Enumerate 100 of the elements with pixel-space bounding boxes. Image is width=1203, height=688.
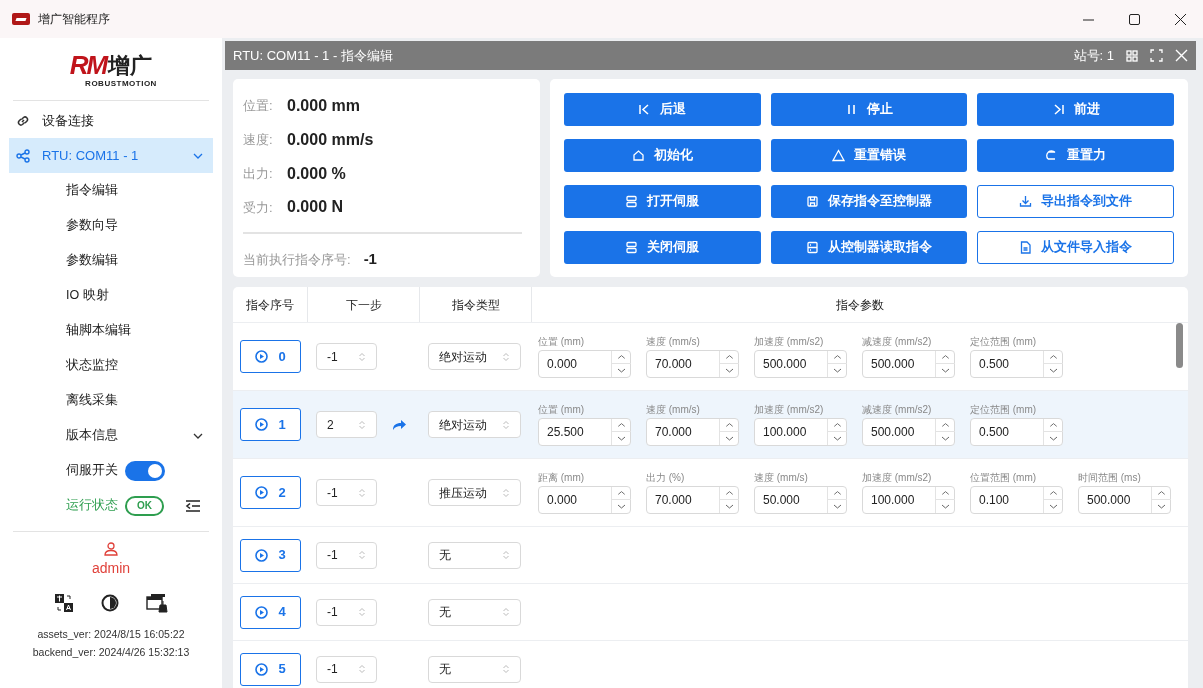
play-icon — [255, 662, 269, 676]
action-button[interactable]: 重置错误 — [770, 139, 968, 172]
readout-label: 当前执行指令序号: — [243, 250, 351, 269]
number-field[interactable]: 500.000 — [862, 349, 955, 378]
updown-icon — [358, 419, 366, 430]
nav-subitem[interactable]: IO 映射 — [9, 278, 213, 313]
param-label: 位置范围 (mm) — [970, 471, 1038, 484]
type-select[interactable]: 无 — [428, 541, 521, 569]
param-label: 加速度 (mm/s2) — [862, 471, 933, 484]
action-button[interactable]: 重置力 — [977, 139, 1174, 172]
next-step-field[interactable]: 2 — [316, 411, 377, 438]
server-icon — [625, 241, 639, 254]
type-select[interactable]: 无 — [428, 598, 521, 626]
action-button[interactable]: 保存指令至控制器 — [770, 185, 968, 218]
grid-icon[interactable] — [1126, 49, 1138, 62]
param-label: 时间范围 (ms) — [1078, 471, 1142, 484]
run-step-button[interactable]: 3 — [240, 538, 301, 572]
number-field[interactable]: 500.000 — [862, 417, 955, 446]
scrollbar[interactable] — [1176, 323, 1183, 368]
readout-value: 0.000 % — [287, 163, 346, 184]
type-select[interactable]: 无 — [428, 655, 521, 683]
action-button[interactable]: 从文件导入指令 — [977, 231, 1174, 264]
logo-mark: RM — [69, 52, 107, 78]
language-icon[interactable] — [54, 593, 74, 613]
switch-label: 伺服开关 — [66, 462, 118, 480]
updown-icon — [502, 664, 510, 674]
contrast-icon[interactable] — [101, 594, 119, 612]
param-label: 加速度 (mm/s2) — [754, 403, 825, 416]
status-badge: OK — [125, 495, 164, 516]
action-button[interactable]: 前进 — [977, 93, 1174, 126]
param-label: 定位范围 (mm) — [970, 403, 1038, 416]
number-field[interactable]: 70.000 — [646, 417, 739, 446]
run-step-button[interactable]: 4 — [240, 595, 301, 629]
updown-icon — [502, 607, 510, 617]
home-icon — [631, 149, 645, 162]
type-select[interactable]: 推压运动 — [428, 479, 521, 506]
nav-subitem[interactable]: 离线采集 — [9, 383, 213, 418]
run-step-button[interactable]: 5 — [240, 652, 301, 686]
type-select[interactable]: 绝对运动 — [428, 411, 521, 438]
play-icon — [255, 350, 269, 363]
play-icon — [255, 418, 269, 431]
close-icon[interactable] — [1175, 49, 1188, 62]
number-field[interactable]: 0.000 — [538, 349, 631, 378]
number-field[interactable]: 70.000 — [646, 349, 739, 378]
action-button[interactable]: 关闭伺服 — [564, 231, 761, 264]
number-field[interactable]: 0.500 — [970, 417, 1063, 446]
nav-item[interactable]: RTU: COM11 - 1 — [9, 138, 213, 173]
run-step-button[interactable]: 1 — [240, 408, 301, 441]
column-header: 下一步 — [308, 287, 420, 322]
action-button[interactable]: 后退 — [564, 93, 761, 126]
nav-subitem[interactable]: 指令编辑 — [9, 173, 213, 208]
number-field[interactable]: 0.100 — [970, 485, 1063, 514]
toggle-switch[interactable] — [125, 460, 165, 481]
logo-subtitle: ROBUSTMOTION — [85, 78, 157, 90]
action-button[interactable]: 从控制器读取指令 — [770, 231, 968, 264]
nav-subitem[interactable]: 参数向导 — [9, 208, 213, 243]
next-step-field[interactable]: -1 — [316, 541, 377, 569]
number-field[interactable]: 70.000 — [646, 485, 739, 514]
number-field[interactable]: 500.000 — [1078, 485, 1171, 514]
number-field[interactable]: 100.000 — [754, 417, 847, 446]
number-field[interactable]: 500.000 — [754, 349, 847, 378]
number-field[interactable]: 0.500 — [970, 349, 1063, 378]
server-icon — [806, 241, 819, 254]
updown-icon — [502, 351, 510, 362]
column-header: 指令类型 — [420, 287, 532, 322]
next-step-field[interactable]: -1 — [316, 479, 377, 506]
version-text: assets_ver: 2024/8/15 16:05:22 — [37, 627, 185, 642]
type-select[interactable]: 绝对运动 — [428, 343, 521, 370]
number-field[interactable]: 100.000 — [862, 485, 955, 514]
action-button[interactable]: 导出指令到文件 — [977, 185, 1174, 218]
nav-subitem[interactable]: 状态监控 — [9, 348, 213, 383]
next-step-field[interactable]: -1 — [316, 655, 377, 683]
run-step-button[interactable]: 0 — [240, 340, 301, 373]
close-icon — [1174, 13, 1186, 25]
app-logo-icon — [12, 13, 30, 25]
download-icon — [1019, 195, 1033, 208]
number-field[interactable]: 25.500 — [538, 417, 631, 446]
collapse-menu-icon[interactable] — [185, 498, 201, 513]
fullscreen-icon[interactable] — [1150, 49, 1163, 62]
action-button[interactable]: 停止 — [770, 93, 968, 126]
play-icon — [255, 605, 269, 619]
warning-icon — [832, 149, 845, 162]
user-icon — [104, 542, 118, 556]
number-field[interactable]: 0.000 — [538, 485, 631, 514]
next-step-field[interactable]: -1 — [316, 343, 377, 370]
panel-title: RTU: COM11 - 1 - 指令编辑 — [233, 46, 393, 65]
nav-item[interactable]: 设备连接 — [9, 103, 213, 138]
nav-subitem[interactable]: 轴脚本编辑 — [9, 313, 213, 348]
nav-group[interactable]: 版本信息 — [9, 418, 213, 453]
action-button[interactable]: 初始化 — [564, 139, 761, 172]
param-label: 减速度 (mm/s2) — [862, 335, 933, 348]
action-button[interactable]: 打开伺服 — [564, 185, 761, 218]
updown-icon — [358, 351, 366, 362]
run-step-button[interactable]: 2 — [240, 476, 301, 509]
clean-cache-icon[interactable] — [146, 593, 168, 613]
table-row[interactable]: 1 2 绝对运动 位置 (mm) 25.500 速度 (mm/s) 70.000 加速度 (mm/s2) 100.000 减速度 (mm/s2) 500.000 定位范围 (mm) 0.500 — [233, 391, 1188, 459]
next-step-field[interactable]: -1 — [316, 598, 377, 626]
nav-subitem[interactable]: 参数编辑 — [9, 243, 213, 278]
number-field[interactable]: 50.000 — [754, 485, 847, 514]
readout-value: 0.000 N — [287, 197, 344, 218]
